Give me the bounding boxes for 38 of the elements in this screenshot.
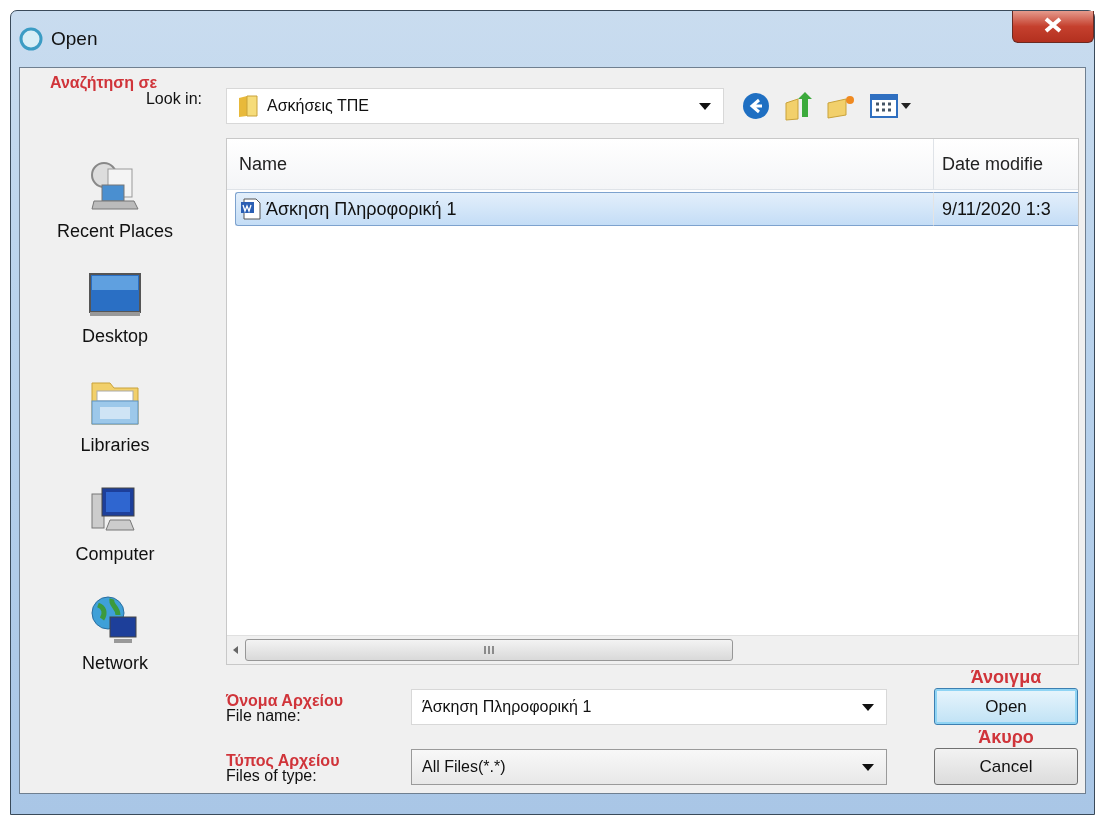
app-icon xyxy=(19,27,43,51)
close-icon xyxy=(1043,17,1063,33)
annotation-label: Άνοιγμα xyxy=(970,667,1042,688)
document-icon xyxy=(240,198,262,220)
date-cell: 9/11/2020 1:3 xyxy=(933,192,1078,226)
caret-icon xyxy=(699,102,711,110)
folder-up-icon[interactable] xyxy=(784,91,812,121)
annotation-label: Αναζήτηση σε xyxy=(49,74,158,92)
places-item[interactable]: Network xyxy=(30,588,200,679)
file-name-field[interactable]: Άσκηση Πληροφορική 1 xyxy=(411,689,887,725)
file-name-label: File name: xyxy=(226,708,301,725)
window-title: Open xyxy=(51,28,98,50)
look-in-dropdown[interactable]: Ασκήσεις ΤΠΕ xyxy=(226,88,724,124)
horizontal-scrollbar[interactable] xyxy=(227,635,1078,664)
back-icon[interactable] xyxy=(742,92,770,120)
scrollbar-thumb[interactable] xyxy=(245,639,733,661)
close-button[interactable] xyxy=(1012,11,1094,43)
places-item[interactable]: Recent Places xyxy=(30,156,200,247)
dialog-button[interactable]: Cancel xyxy=(934,748,1078,785)
folder-icon xyxy=(237,94,259,118)
file-row[interactable]: Άσκηση Πληροφορική 1 xyxy=(235,192,933,226)
caret-icon xyxy=(862,703,874,711)
file-type-dropdown[interactable]: All Files(*.*) xyxy=(411,749,887,785)
column-header[interactable]: Name xyxy=(227,139,933,189)
caret-icon xyxy=(862,763,874,771)
annotation-label: Άκυρο xyxy=(978,727,1034,748)
annotation-label: Τύπος Αρχείου xyxy=(226,753,341,770)
column-header[interactable]: Date modifie xyxy=(933,139,1078,189)
scroll-left-icon[interactable] xyxy=(231,645,241,655)
look-in-label: Look in: xyxy=(145,90,202,108)
dialog-button[interactable]: Open xyxy=(934,688,1078,725)
places-item[interactable]: Libraries xyxy=(30,370,200,461)
places-item[interactable]: Computer xyxy=(30,479,200,570)
file-type-label: Files of type: xyxy=(226,768,317,785)
view-menu-icon[interactable] xyxy=(870,93,914,119)
places-item[interactable]: Desktop xyxy=(30,265,200,352)
annotation-label: Όνομα Αρχείου xyxy=(226,693,345,710)
file-name-text: Άσκηση Πληροφορική 1 xyxy=(266,198,457,220)
